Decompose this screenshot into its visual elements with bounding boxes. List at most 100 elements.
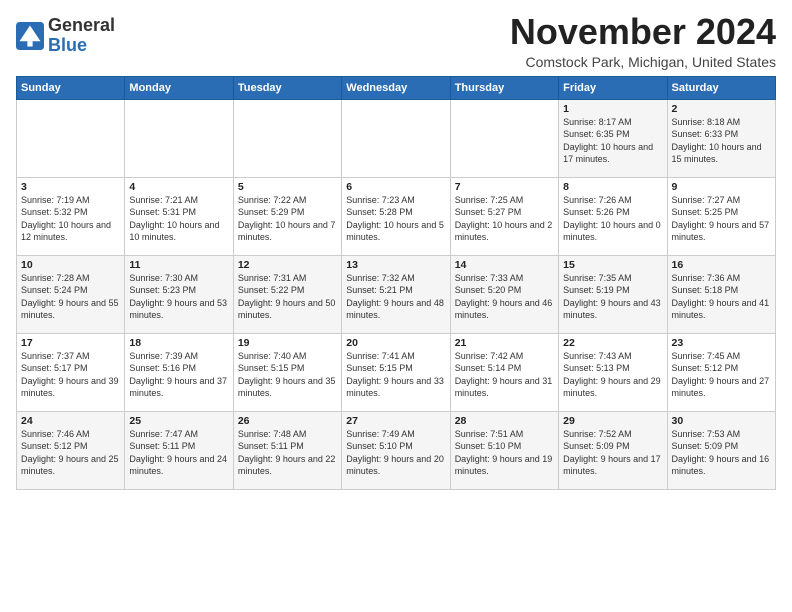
- day-number: 10: [21, 259, 120, 271]
- day-info: Sunrise: 7:27 AMSunset: 5:25 PMDaylight:…: [672, 195, 770, 243]
- col-sunday: Sunday: [17, 76, 125, 99]
- day-info: Sunrise: 7:26 AMSunset: 5:26 PMDaylight:…: [563, 195, 661, 243]
- cell-w5-d6: 29 Sunrise: 7:52 AMSunset: 5:09 PMDayligh…: [559, 411, 667, 489]
- logo-general: General: [48, 15, 115, 35]
- cell-w2-d5: 7 Sunrise: 7:25 AMSunset: 5:27 PMDaylight…: [450, 177, 558, 255]
- day-number: 8: [563, 181, 662, 193]
- day-info: Sunrise: 7:19 AMSunset: 5:32 PMDaylight:…: [21, 195, 111, 243]
- day-info: Sunrise: 7:37 AMSunset: 5:17 PMDaylight:…: [21, 351, 119, 399]
- cell-w1-d2: [125, 99, 233, 177]
- month-title: November 2024: [510, 12, 776, 52]
- day-number: 25: [129, 415, 228, 427]
- day-info: Sunrise: 7:28 AMSunset: 5:24 PMDaylight:…: [21, 273, 119, 321]
- day-number: 18: [129, 337, 228, 349]
- day-info: Sunrise: 7:52 AMSunset: 5:09 PMDaylight:…: [563, 429, 661, 477]
- day-info: Sunrise: 7:39 AMSunset: 5:16 PMDaylight:…: [129, 351, 227, 399]
- cell-w2-d2: 4 Sunrise: 7:21 AMSunset: 5:31 PMDaylight…: [125, 177, 233, 255]
- day-info: Sunrise: 7:41 AMSunset: 5:15 PMDaylight:…: [346, 351, 444, 399]
- logo-icon: [16, 22, 44, 50]
- cell-w1-d6: 1 Sunrise: 8:17 AMSunset: 6:35 PMDaylight…: [559, 99, 667, 177]
- day-info: Sunrise: 7:33 AMSunset: 5:20 PMDaylight:…: [455, 273, 553, 321]
- day-number: 14: [455, 259, 554, 271]
- day-number: 7: [455, 181, 554, 193]
- day-number: 24: [21, 415, 120, 427]
- cell-w3-d1: 10 Sunrise: 7:28 AMSunset: 5:24 PMDayligh…: [17, 255, 125, 333]
- day-info: Sunrise: 7:48 AMSunset: 5:11 PMDaylight:…: [238, 429, 336, 477]
- week-row-2: 3 Sunrise: 7:19 AMSunset: 5:32 PMDaylight…: [17, 177, 776, 255]
- cell-w4-d3: 19 Sunrise: 7:40 AMSunset: 5:15 PMDayligh…: [233, 333, 341, 411]
- day-info: Sunrise: 7:25 AMSunset: 5:27 PMDaylight:…: [455, 195, 553, 243]
- cell-w5-d1: 24 Sunrise: 7:46 AMSunset: 5:12 PMDayligh…: [17, 411, 125, 489]
- cell-w3-d5: 14 Sunrise: 7:33 AMSunset: 5:20 PMDayligh…: [450, 255, 558, 333]
- col-tuesday: Tuesday: [233, 76, 341, 99]
- day-number: 23: [672, 337, 771, 349]
- day-number: 3: [21, 181, 120, 193]
- cell-w2-d1: 3 Sunrise: 7:19 AMSunset: 5:32 PMDaylight…: [17, 177, 125, 255]
- col-wednesday: Wednesday: [342, 76, 450, 99]
- day-info: Sunrise: 8:17 AMSunset: 6:35 PMDaylight:…: [563, 117, 653, 165]
- day-number: 27: [346, 415, 445, 427]
- week-row-3: 10 Sunrise: 7:28 AMSunset: 5:24 PMDayligh…: [17, 255, 776, 333]
- cell-w3-d4: 13 Sunrise: 7:32 AMSunset: 5:21 PMDayligh…: [342, 255, 450, 333]
- day-number: 21: [455, 337, 554, 349]
- week-row-5: 24 Sunrise: 7:46 AMSunset: 5:12 PMDayligh…: [17, 411, 776, 489]
- col-saturday: Saturday: [667, 76, 775, 99]
- day-number: 17: [21, 337, 120, 349]
- cell-w2-d7: 9Sunrise: 7:27 AMSunset: 5:25 PMDaylight…: [667, 177, 775, 255]
- cell-w1-d7: 2Sunrise: 8:18 AMSunset: 6:33 PMDaylight…: [667, 99, 775, 177]
- col-monday: Monday: [125, 76, 233, 99]
- logo-text: General Blue: [48, 16, 115, 56]
- day-number: 6: [346, 181, 445, 193]
- cell-w3-d7: 16 Sunrise: 7:36 AMSunset: 5:18 PMDayligh…: [667, 255, 775, 333]
- cell-w3-d2: 11 Sunrise: 7:30 AMSunset: 5:23 PMDayligh…: [125, 255, 233, 333]
- cell-w5-d4: 27 Sunrise: 7:49 AMSunset: 5:10 PMDayligh…: [342, 411, 450, 489]
- day-number: 4: [129, 181, 228, 193]
- col-friday: Friday: [559, 76, 667, 99]
- day-number: 2: [672, 103, 771, 115]
- cell-w1-d5: [450, 99, 558, 177]
- day-info: Sunrise: 7:32 AMSunset: 5:21 PMDaylight:…: [346, 273, 444, 321]
- cell-w5-d7: 30 Sunrise: 7:53 AMSunset: 5:09 PMDayligh…: [667, 411, 775, 489]
- day-info: Sunrise: 7:36 AMSunset: 5:18 PMDaylight:…: [672, 273, 770, 321]
- day-number: 16: [672, 259, 771, 271]
- day-number: 13: [346, 259, 445, 271]
- day-number: 30: [672, 415, 771, 427]
- day-number: 20: [346, 337, 445, 349]
- day-info: Sunrise: 7:40 AMSunset: 5:15 PMDaylight:…: [238, 351, 336, 399]
- day-info: Sunrise: 7:53 AMSunset: 5:09 PMDaylight:…: [672, 429, 770, 477]
- logo: General Blue: [16, 16, 115, 56]
- day-number: 15: [563, 259, 662, 271]
- day-number: 26: [238, 415, 337, 427]
- day-info: Sunrise: 7:30 AMSunset: 5:23 PMDaylight:…: [129, 273, 227, 321]
- header: General Blue November 2024 Comstock Park…: [16, 12, 776, 70]
- cell-w2-d4: 6 Sunrise: 7:23 AMSunset: 5:28 PMDaylight…: [342, 177, 450, 255]
- day-number: 11: [129, 259, 228, 271]
- title-block: November 2024 Comstock Park, Michigan, U…: [510, 12, 776, 70]
- day-info: Sunrise: 7:23 AMSunset: 5:28 PMDaylight:…: [346, 195, 444, 243]
- cell-w5-d5: 28Sunrise: 7:51 AMSunset: 5:10 PMDayligh…: [450, 411, 558, 489]
- day-info: Sunrise: 7:21 AMSunset: 5:31 PMDaylight:…: [129, 195, 219, 243]
- day-info: Sunrise: 7:35 AMSunset: 5:19 PMDaylight:…: [563, 273, 661, 321]
- day-number: 12: [238, 259, 337, 271]
- day-info: Sunrise: 7:22 AMSunset: 5:29 PMDaylight:…: [238, 195, 336, 243]
- day-info: Sunrise: 7:31 AMSunset: 5:22 PMDaylight:…: [238, 273, 336, 321]
- day-info: Sunrise: 7:47 AMSunset: 5:11 PMDaylight:…: [129, 429, 227, 477]
- day-info: Sunrise: 7:51 AMSunset: 5:10 PMDaylight:…: [455, 429, 553, 477]
- cell-w5-d2: 25 Sunrise: 7:47 AMSunset: 5:11 PMDayligh…: [125, 411, 233, 489]
- cell-w4-d6: 22Sunrise: 7:43 AMSunset: 5:13 PMDayligh…: [559, 333, 667, 411]
- cell-w1-d1: [17, 99, 125, 177]
- cell-w1-d3: [233, 99, 341, 177]
- day-number: 19: [238, 337, 337, 349]
- cell-w3-d6: 15 Sunrise: 7:35 AMSunset: 5:19 PMDayligh…: [559, 255, 667, 333]
- day-info: Sunrise: 7:49 AMSunset: 5:10 PMDaylight:…: [346, 429, 444, 477]
- day-info: Sunrise: 7:45 AMSunset: 5:12 PMDaylight:…: [672, 351, 770, 399]
- location: Comstock Park, Michigan, United States: [510, 54, 776, 70]
- main-container: General Blue November 2024 Comstock Park…: [0, 0, 792, 498]
- cell-w2-d3: 5Sunrise: 7:22 AMSunset: 5:29 PMDaylight…: [233, 177, 341, 255]
- col-thursday: Thursday: [450, 76, 558, 99]
- day-info: Sunrise: 7:46 AMSunset: 5:12 PMDaylight:…: [21, 429, 119, 477]
- cell-w4-d5: 21 Sunrise: 7:42 AMSunset: 5:14 PMDayligh…: [450, 333, 558, 411]
- day-number: 1: [563, 103, 662, 115]
- day-info: Sunrise: 7:42 AMSunset: 5:14 PMDaylight:…: [455, 351, 553, 399]
- day-number: 29: [563, 415, 662, 427]
